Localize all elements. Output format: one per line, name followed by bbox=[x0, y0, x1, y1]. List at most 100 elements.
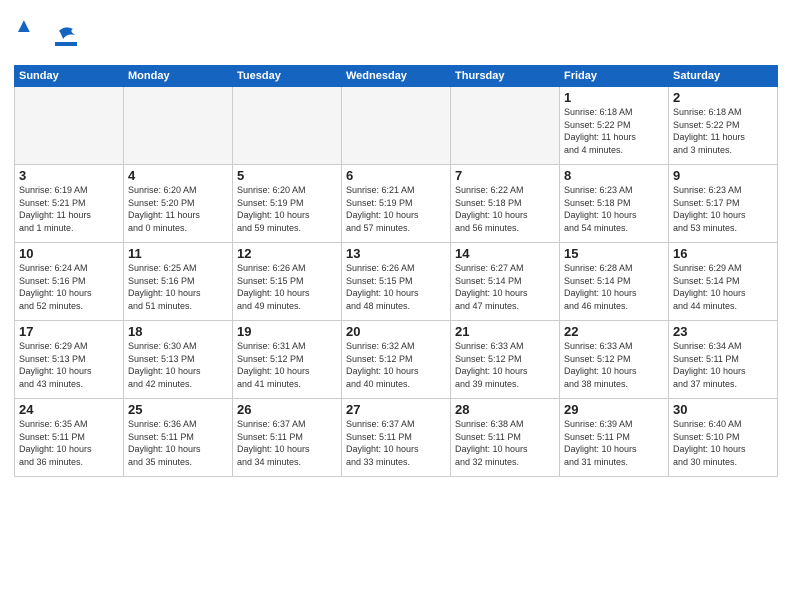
day-info: Sunrise: 6:37 AM Sunset: 5:11 PM Dayligh… bbox=[237, 418, 337, 468]
day-info: Sunrise: 6:21 AM Sunset: 5:19 PM Dayligh… bbox=[346, 184, 446, 234]
day-number: 1 bbox=[564, 90, 664, 105]
calendar-week-4: 17Sunrise: 6:29 AM Sunset: 5:13 PM Dayli… bbox=[15, 321, 778, 399]
day-info: Sunrise: 6:20 AM Sunset: 5:20 PM Dayligh… bbox=[128, 184, 228, 234]
day-number: 19 bbox=[237, 324, 337, 339]
calendar-cell: 24Sunrise: 6:35 AM Sunset: 5:11 PM Dayli… bbox=[15, 399, 124, 477]
day-info: Sunrise: 6:38 AM Sunset: 5:11 PM Dayligh… bbox=[455, 418, 555, 468]
day-info: Sunrise: 6:39 AM Sunset: 5:11 PM Dayligh… bbox=[564, 418, 664, 468]
weekday-header-monday: Monday bbox=[124, 66, 233, 87]
calendar-week-5: 24Sunrise: 6:35 AM Sunset: 5:11 PM Dayli… bbox=[15, 399, 778, 477]
weekday-header-wednesday: Wednesday bbox=[342, 66, 451, 87]
day-number: 10 bbox=[19, 246, 119, 261]
calendar-cell: 19Sunrise: 6:31 AM Sunset: 5:12 PM Dayli… bbox=[233, 321, 342, 399]
calendar-header-row: SundayMondayTuesdayWednesdayThursdayFrid… bbox=[15, 66, 778, 87]
day-info: Sunrise: 6:40 AM Sunset: 5:10 PM Dayligh… bbox=[673, 418, 773, 468]
day-number: 6 bbox=[346, 168, 446, 183]
day-number: 28 bbox=[455, 402, 555, 417]
calendar-cell bbox=[342, 87, 451, 165]
calendar-cell: 3Sunrise: 6:19 AM Sunset: 5:21 PM Daylig… bbox=[15, 165, 124, 243]
svg-text:▲: ▲ bbox=[14, 15, 34, 37]
day-info: Sunrise: 6:23 AM Sunset: 5:17 PM Dayligh… bbox=[673, 184, 773, 234]
calendar-cell: 27Sunrise: 6:37 AM Sunset: 5:11 PM Dayli… bbox=[342, 399, 451, 477]
day-number: 4 bbox=[128, 168, 228, 183]
calendar-cell bbox=[451, 87, 560, 165]
day-info: Sunrise: 6:37 AM Sunset: 5:11 PM Dayligh… bbox=[346, 418, 446, 468]
calendar-cell: 1Sunrise: 6:18 AM Sunset: 5:22 PM Daylig… bbox=[560, 87, 669, 165]
day-info: Sunrise: 6:27 AM Sunset: 5:14 PM Dayligh… bbox=[455, 262, 555, 312]
weekday-header-sunday: Sunday bbox=[15, 66, 124, 87]
page-header: ▲ bbox=[14, 10, 778, 59]
day-number: 30 bbox=[673, 402, 773, 417]
day-number: 9 bbox=[673, 168, 773, 183]
day-info: Sunrise: 6:23 AM Sunset: 5:18 PM Dayligh… bbox=[564, 184, 664, 234]
day-info: Sunrise: 6:34 AM Sunset: 5:11 PM Dayligh… bbox=[673, 340, 773, 390]
weekday-header-friday: Friday bbox=[560, 66, 669, 87]
calendar-cell: 11Sunrise: 6:25 AM Sunset: 5:16 PM Dayli… bbox=[124, 243, 233, 321]
calendar-cell: 16Sunrise: 6:29 AM Sunset: 5:14 PM Dayli… bbox=[669, 243, 778, 321]
day-number: 5 bbox=[237, 168, 337, 183]
calendar-cell: 7Sunrise: 6:22 AM Sunset: 5:18 PM Daylig… bbox=[451, 165, 560, 243]
weekday-header-saturday: Saturday bbox=[669, 66, 778, 87]
day-number: 20 bbox=[346, 324, 446, 339]
day-number: 13 bbox=[346, 246, 446, 261]
calendar-cell: 18Sunrise: 6:30 AM Sunset: 5:13 PM Dayli… bbox=[124, 321, 233, 399]
day-number: 25 bbox=[128, 402, 228, 417]
logo-bird-svg bbox=[57, 23, 77, 43]
calendar-cell: 21Sunrise: 6:33 AM Sunset: 5:12 PM Dayli… bbox=[451, 321, 560, 399]
day-number: 23 bbox=[673, 324, 773, 339]
day-info: Sunrise: 6:36 AM Sunset: 5:11 PM Dayligh… bbox=[128, 418, 228, 468]
calendar-cell: 14Sunrise: 6:27 AM Sunset: 5:14 PM Dayli… bbox=[451, 243, 560, 321]
day-number: 21 bbox=[455, 324, 555, 339]
calendar-cell: 30Sunrise: 6:40 AM Sunset: 5:10 PM Dayli… bbox=[669, 399, 778, 477]
calendar-cell bbox=[15, 87, 124, 165]
calendar-cell: 20Sunrise: 6:32 AM Sunset: 5:12 PM Dayli… bbox=[342, 321, 451, 399]
day-info: Sunrise: 6:26 AM Sunset: 5:15 PM Dayligh… bbox=[346, 262, 446, 312]
calendar-cell: 15Sunrise: 6:28 AM Sunset: 5:14 PM Dayli… bbox=[560, 243, 669, 321]
day-number: 7 bbox=[455, 168, 555, 183]
day-info: Sunrise: 6:25 AM Sunset: 5:16 PM Dayligh… bbox=[128, 262, 228, 312]
calendar-cell: 23Sunrise: 6:34 AM Sunset: 5:11 PM Dayli… bbox=[669, 321, 778, 399]
calendar-cell: 13Sunrise: 6:26 AM Sunset: 5:15 PM Dayli… bbox=[342, 243, 451, 321]
day-info: Sunrise: 6:35 AM Sunset: 5:11 PM Dayligh… bbox=[19, 418, 119, 468]
calendar-cell: 29Sunrise: 6:39 AM Sunset: 5:11 PM Dayli… bbox=[560, 399, 669, 477]
calendar-cell: 22Sunrise: 6:33 AM Sunset: 5:12 PM Dayli… bbox=[560, 321, 669, 399]
day-info: Sunrise: 6:24 AM Sunset: 5:16 PM Dayligh… bbox=[19, 262, 119, 312]
weekday-header-thursday: Thursday bbox=[451, 66, 560, 87]
calendar-cell bbox=[233, 87, 342, 165]
day-number: 26 bbox=[237, 402, 337, 417]
calendar-week-3: 10Sunrise: 6:24 AM Sunset: 5:16 PM Dayli… bbox=[15, 243, 778, 321]
day-number: 27 bbox=[346, 402, 446, 417]
day-info: Sunrise: 6:33 AM Sunset: 5:12 PM Dayligh… bbox=[455, 340, 555, 390]
day-number: 24 bbox=[19, 402, 119, 417]
calendar-table: SundayMondayTuesdayWednesdayThursdayFrid… bbox=[14, 65, 778, 477]
day-number: 12 bbox=[237, 246, 337, 261]
day-number: 15 bbox=[564, 246, 664, 261]
calendar-cell: 4Sunrise: 6:20 AM Sunset: 5:20 PM Daylig… bbox=[124, 165, 233, 243]
calendar-cell: 26Sunrise: 6:37 AM Sunset: 5:11 PM Dayli… bbox=[233, 399, 342, 477]
day-number: 8 bbox=[564, 168, 664, 183]
calendar-cell: 17Sunrise: 6:29 AM Sunset: 5:13 PM Dayli… bbox=[15, 321, 124, 399]
calendar-week-1: 1 Sunrise: 6:18 AM Sunset: 5:22 PM Daylig… bbox=[15, 87, 778, 165]
page-container: ▲ SundayMondayTuesdayWednesdayThur bbox=[0, 0, 792, 612]
calendar-cell bbox=[124, 87, 233, 165]
day-number: 22 bbox=[564, 324, 664, 339]
day-info: Sunrise: 6:28 AM Sunset: 5:14 PM Dayligh… bbox=[564, 262, 664, 312]
calendar-cell: 25Sunrise: 6:36 AM Sunset: 5:11 PM Dayli… bbox=[124, 399, 233, 477]
day-info: Sunrise: 6:22 AM Sunset: 5:18 PM Dayligh… bbox=[455, 184, 555, 234]
logo: ▲ bbox=[14, 10, 77, 59]
day-info: Sunrise: 6:30 AM Sunset: 5:13 PM Dayligh… bbox=[128, 340, 228, 390]
day-info: Sunrise: 6:18 AM Sunset: 5:22 PM Dayligh… bbox=[673, 106, 773, 156]
logo-text-area bbox=[55, 23, 77, 46]
day-info: Sunrise: 6:26 AM Sunset: 5:15 PM Dayligh… bbox=[237, 262, 337, 312]
calendar-cell: 12Sunrise: 6:26 AM Sunset: 5:15 PM Dayli… bbox=[233, 243, 342, 321]
day-info: Sunrise: 6:32 AM Sunset: 5:12 PM Dayligh… bbox=[346, 340, 446, 390]
calendar-cell: 6Sunrise: 6:21 AM Sunset: 5:19 PM Daylig… bbox=[342, 165, 451, 243]
day-info: Sunrise: 6:19 AM Sunset: 5:21 PM Dayligh… bbox=[19, 184, 119, 234]
calendar-cell: 28Sunrise: 6:38 AM Sunset: 5:11 PM Dayli… bbox=[451, 399, 560, 477]
calendar-cell: 2Sunrise: 6:18 AM Sunset: 5:22 PM Daylig… bbox=[669, 87, 778, 165]
calendar-cell: 9Sunrise: 6:23 AM Sunset: 5:17 PM Daylig… bbox=[669, 165, 778, 243]
day-number: 17 bbox=[19, 324, 119, 339]
calendar-cell: 8Sunrise: 6:23 AM Sunset: 5:18 PM Daylig… bbox=[560, 165, 669, 243]
logo-underline bbox=[55, 42, 77, 46]
calendar-week-2: 3Sunrise: 6:19 AM Sunset: 5:21 PM Daylig… bbox=[15, 165, 778, 243]
